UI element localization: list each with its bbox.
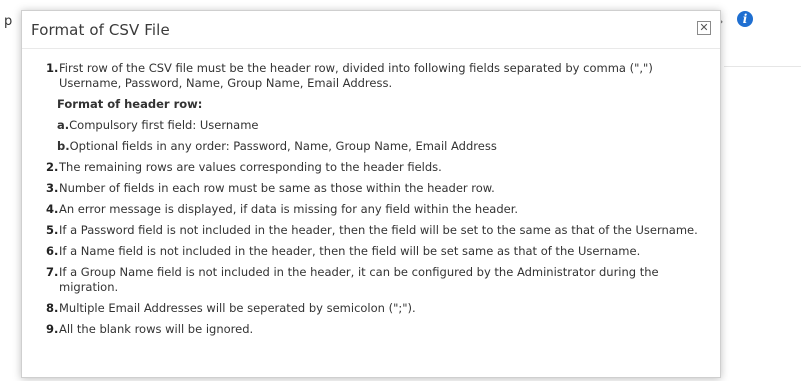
list-item: 6. If a Name field is not included in th… [46, 244, 716, 259]
item-text: All the blank rows will be ignored. [59, 322, 254, 336]
csv-format-dialog: Format of CSV File ✕ 1. First row of the… [21, 10, 721, 378]
list-item: 3. Number of fields in each row must be … [46, 181, 716, 196]
info-icon[interactable]: i [737, 11, 753, 27]
list-item: 4. An error message is displayed, if dat… [46, 202, 716, 217]
item-number: 1. [46, 61, 59, 75]
dialog-content: 1. First row of the CSV file must be the… [46, 61, 716, 343]
item-number: 8. [46, 301, 59, 315]
item-number: 4. [46, 202, 59, 216]
item-number: 5. [46, 223, 59, 237]
item-text: The remaining rows are values correspond… [59, 160, 442, 174]
list-item: 9. All the blank rows will be ignored. [46, 322, 716, 337]
dialog-title: Format of CSV File [31, 21, 170, 39]
item-text: Number of fields in each row must be sam… [59, 181, 495, 195]
header-divider [22, 48, 720, 49]
item-number: 2. [46, 160, 59, 174]
item-text: An error message is displayed, if data i… [59, 202, 519, 216]
list-item: 8. Multiple Email Addresses will be sepe… [46, 301, 716, 316]
background-label-fragment: p [4, 14, 13, 29]
item-text: Multiple Email Addresses will be seperat… [59, 301, 416, 315]
list-item: 2. The remaining rows are values corresp… [46, 160, 716, 175]
item-text: If a Group Name field is not included in… [59, 265, 659, 294]
list-item: 7. If a Group Name field is not included… [46, 265, 716, 295]
header-format-b: b.Optional fields in any order: Password… [57, 139, 497, 153]
list-item: 5. If a Password field is not included i… [46, 223, 716, 238]
item-text-line2: Username, Password, Name, Group Name, Em… [59, 76, 393, 90]
item-number: 7. [46, 265, 59, 279]
item-number: 3. [46, 181, 59, 195]
item-text: First row of the CSV file must be the he… [59, 61, 653, 75]
list-item: 1. First row of the CSV file must be the… [46, 61, 716, 91]
item-number: 9. [46, 322, 59, 336]
item-text: If a Password field is not included in t… [59, 223, 698, 237]
header-format-a: a.Compulsory first field: Username [57, 118, 259, 132]
background-divider [724, 66, 801, 67]
close-icon[interactable]: ✕ [697, 21, 711, 35]
item-text: If a Name field is not included in the h… [59, 244, 641, 258]
item-number: 6. [46, 244, 59, 258]
header-format-label: Format of header row: [57, 97, 203, 111]
